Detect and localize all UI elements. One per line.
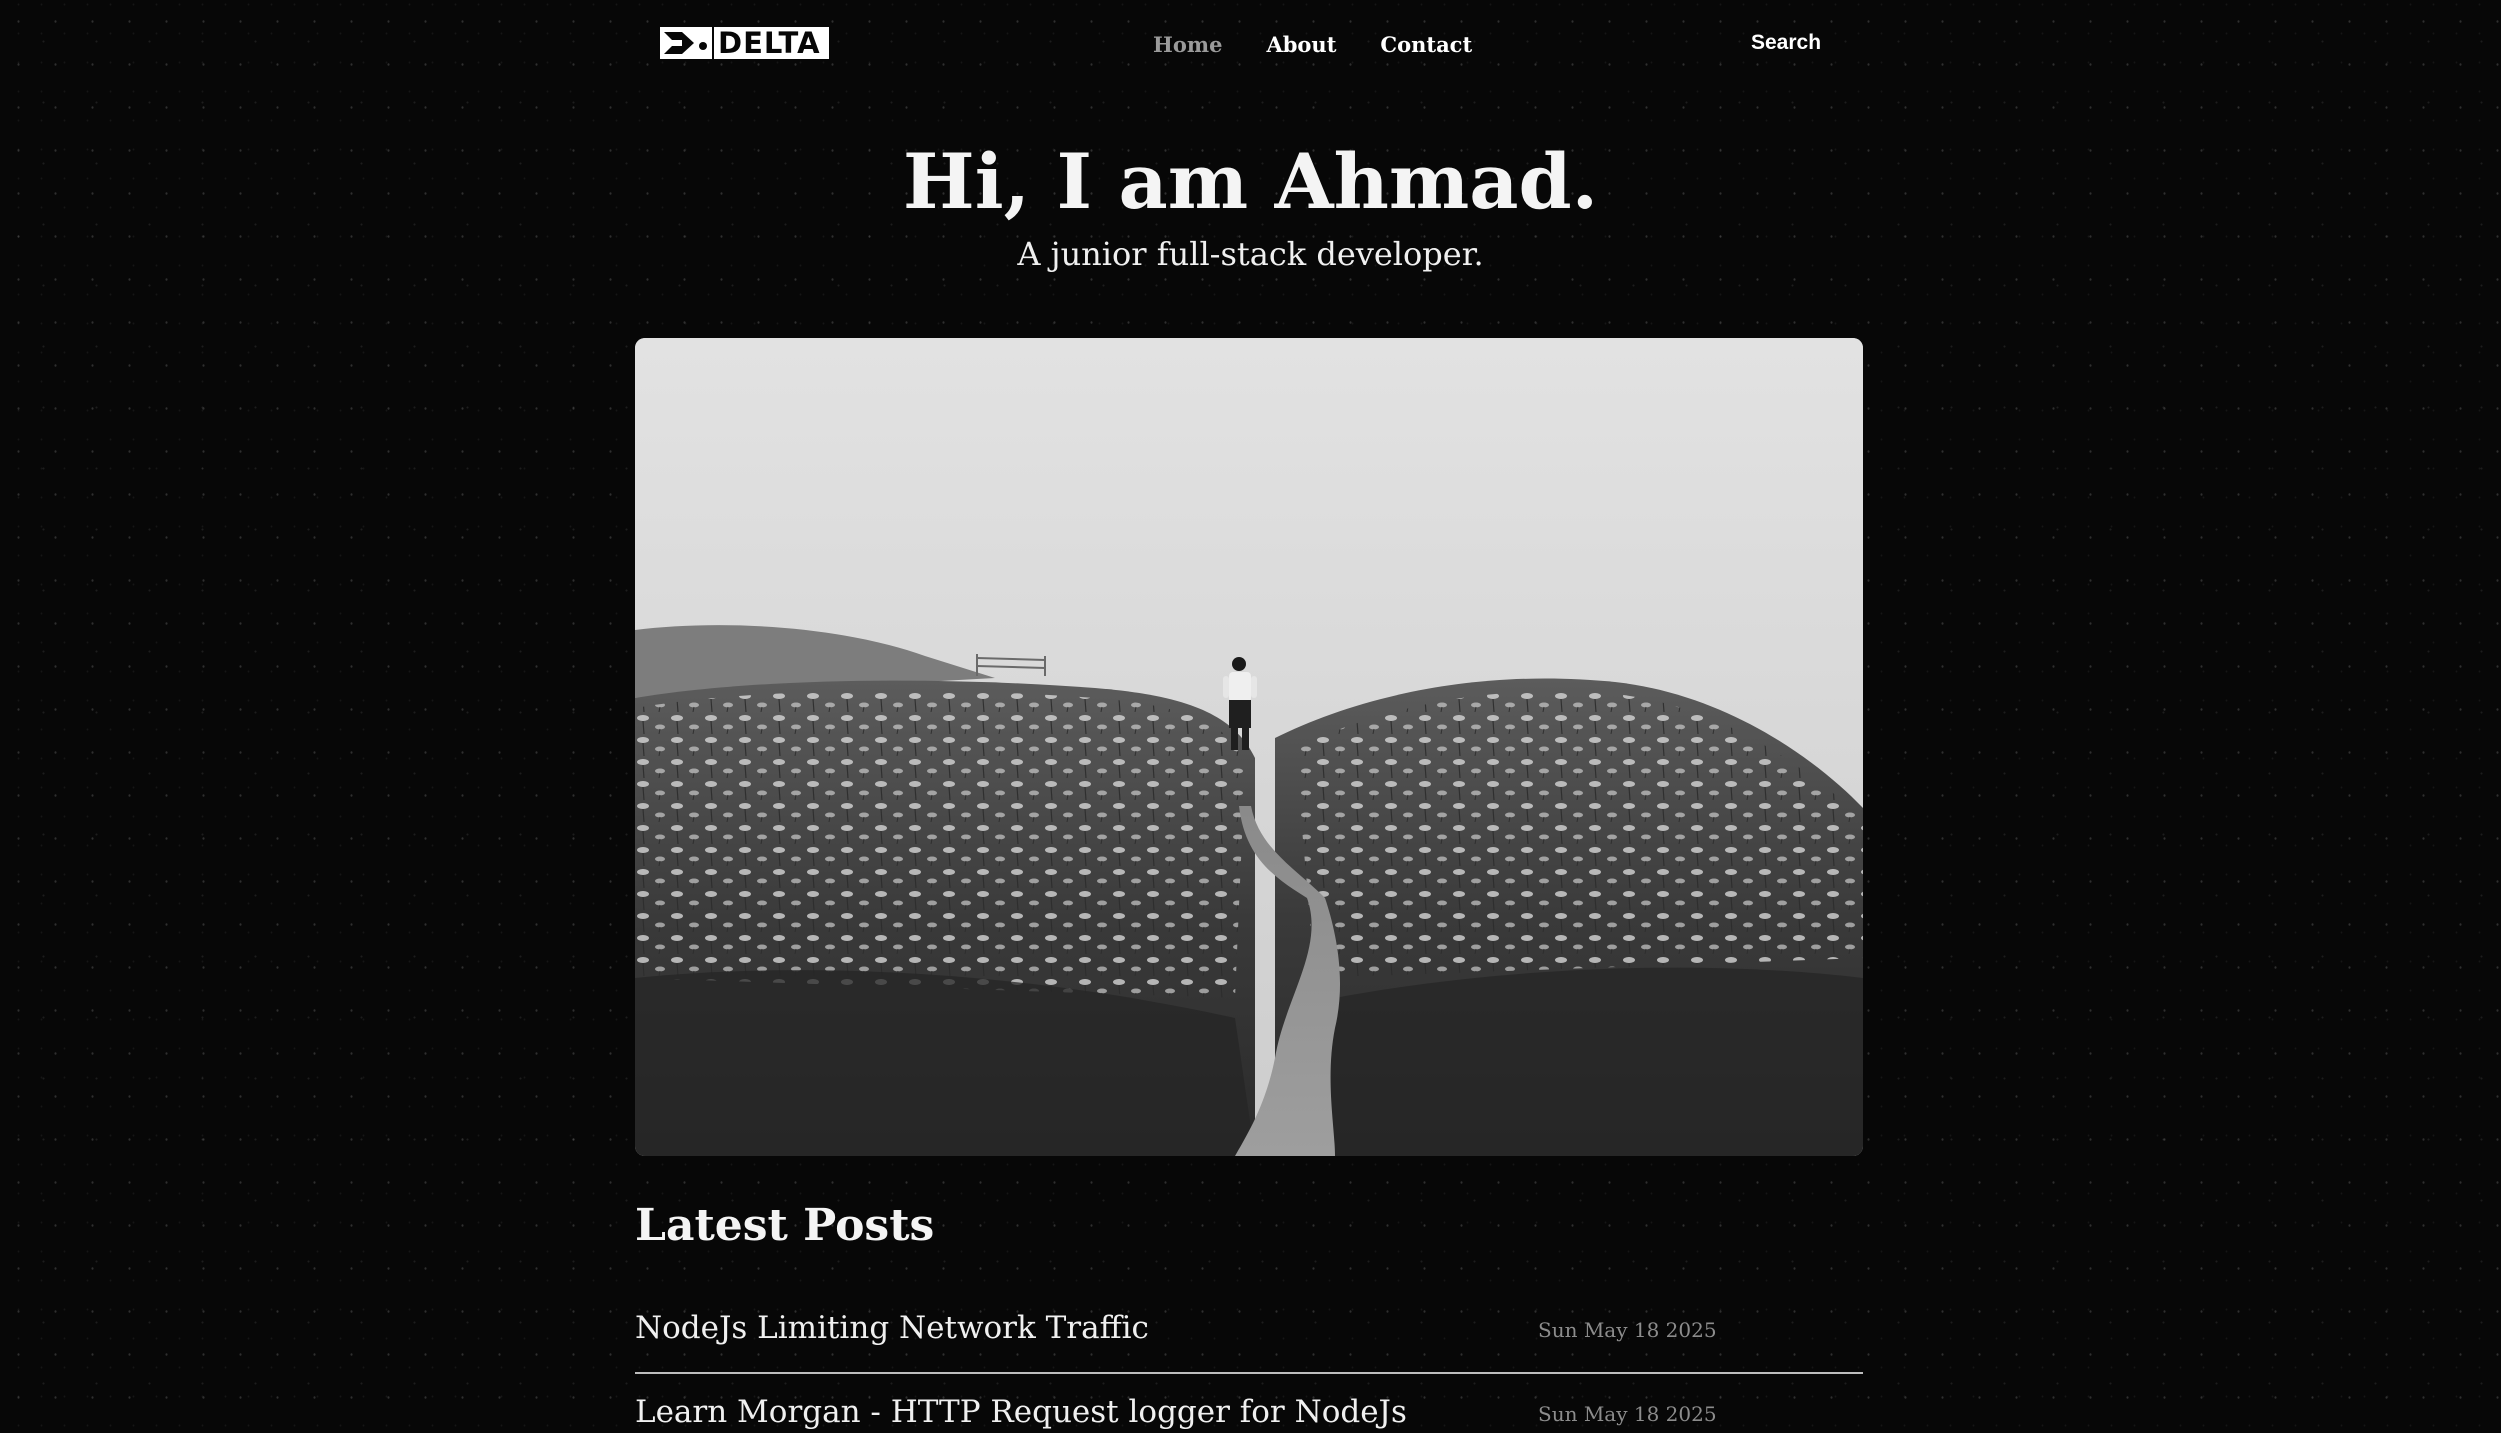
nav-link-home[interactable]: Home	[1153, 32, 1222, 57]
hero-title: Hi, I am Ahmad.	[902, 137, 1599, 226]
latest-posts-heading: Latest Posts	[635, 1200, 935, 1251]
site-logo[interactable]: DELTA	[660, 27, 850, 59]
post-item[interactable]: NodeJs Limiting Network Traffic Sun May …	[635, 1290, 1863, 1372]
hero-subtitle: A junior full-stack developer.	[1017, 235, 1484, 273]
nav-link-about[interactable]: About	[1266, 32, 1336, 57]
logo-arrow-icon	[660, 27, 712, 59]
hero-photo	[635, 338, 1863, 1156]
top-navigation: DELTA Home About Contact Search	[0, 0, 2501, 92]
nav-links: Home About Contact	[1153, 32, 1472, 57]
post-item[interactable]: Learn Morgan - HTTP Request logger for N…	[635, 1372, 1863, 1433]
search-button[interactable]: Search	[1751, 31, 1821, 55]
logo-wordmark: DELTA	[714, 27, 829, 59]
post-list: NodeJs Limiting Network Traffic Sun May …	[635, 1290, 1863, 1433]
post-title[interactable]: NodeJs Limiting Network Traffic	[635, 1310, 1149, 1346]
nav-link-contact[interactable]: Contact	[1380, 32, 1472, 57]
post-title[interactable]: Learn Morgan - HTTP Request logger for N…	[635, 1394, 1407, 1430]
post-date: Sun May 18 2025	[1538, 1318, 1717, 1342]
post-date: Sun May 18 2025	[1538, 1402, 1717, 1426]
